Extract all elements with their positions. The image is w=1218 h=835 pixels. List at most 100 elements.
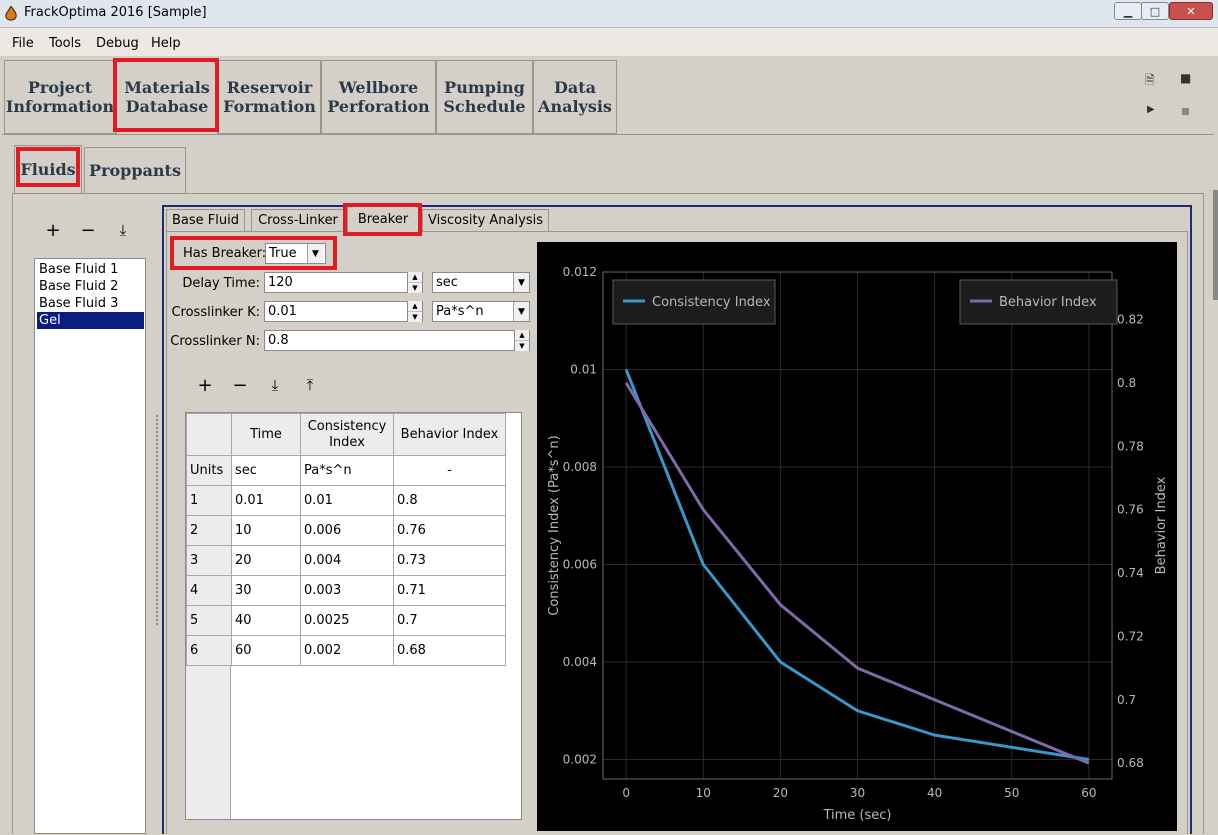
add-row-icon[interactable]: + xyxy=(194,377,216,395)
table-cell[interactable]: 0.006 xyxy=(300,515,394,546)
y-right-tick-label: 0.76 xyxy=(1117,503,1144,517)
table-cell[interactable]: 0.8 xyxy=(393,485,506,516)
row-header-units: Units xyxy=(186,455,232,486)
dropdown-arrow-icon[interactable]: ▼ xyxy=(513,273,529,292)
x-axis-label: Time (sec) xyxy=(822,808,891,823)
list-item[interactable]: Base Fluid 1 xyxy=(37,261,144,278)
table-cell[interactable]: 0.01 xyxy=(300,485,394,516)
crosslinker-n-spinner[interactable]: ▲ ▼ xyxy=(514,330,529,351)
new-document-icon[interactable]: 🗎 xyxy=(1145,71,1155,92)
table-cell[interactable]: 0.73 xyxy=(393,545,506,576)
stop-icon[interactable] xyxy=(1182,108,1189,115)
y-right-tick-label: 0.8 xyxy=(1117,376,1136,390)
minimize-button[interactable]: ▁ xyxy=(1114,2,1142,20)
column-header-time[interactable]: Time xyxy=(231,413,301,456)
column-header-consistency-index[interactable]: Consistency Index xyxy=(300,413,394,456)
row-header: 5 xyxy=(186,605,232,636)
list-item[interactable]: Base Fluid 2 xyxy=(37,278,144,295)
tab-base-fluid[interactable]: Base Fluid xyxy=(166,209,245,231)
delay-time-input[interactable]: 120 xyxy=(264,272,423,293)
import-icon[interactable]: ⤓ xyxy=(264,376,286,394)
column-header-behavior-index[interactable]: Behavior Index xyxy=(393,413,506,456)
crosslinker-n-label: Crosslinker N: xyxy=(170,334,260,349)
row-header: 4 xyxy=(186,575,232,606)
data-table[interactable]: Time Consistency Index Behavior Index Un… xyxy=(186,413,506,666)
x-tick-label: 40 xyxy=(927,786,942,800)
table-cell[interactable]: 0.01 xyxy=(231,485,301,516)
tab-reservoir-formation[interactable]: Reservoir Formation xyxy=(218,60,321,134)
table-row: 4 30 0.003 0.71 xyxy=(186,575,506,606)
units-cell[interactable]: Pa*s^n xyxy=(300,455,394,486)
delay-time-spinner[interactable]: ▲ ▼ xyxy=(407,272,422,293)
menu-file[interactable]: File xyxy=(12,36,34,51)
x-tick-label: 0 xyxy=(622,786,630,800)
list-item-selected[interactable]: Gel xyxy=(37,312,144,329)
y-left-tick-label: 0.006 xyxy=(563,558,597,572)
tab-wellbore-perforation[interactable]: Wellbore Perforation xyxy=(321,60,436,134)
crosslinker-n-input[interactable]: 0.8 xyxy=(264,330,530,351)
breaker-chart: 0 10 20 30 40 50 60 0.002 0.004 0.006 0.008 0.01 0.0… xyxy=(537,242,1177,831)
row-header-fill xyxy=(186,666,231,819)
units-cell[interactable]: sec xyxy=(231,455,301,486)
y-right-tick-label: 0.7 xyxy=(1117,693,1136,707)
row-header: 3 xyxy=(186,545,232,576)
table-cell[interactable]: 0.004 xyxy=(300,545,394,576)
tab-cross-linker[interactable]: Cross-Linker xyxy=(251,209,345,231)
legend-behavior-index-label: Behavior Index xyxy=(999,295,1097,310)
table-cell[interactable]: 0.71 xyxy=(393,575,506,606)
save-icon[interactable]: ■ xyxy=(1180,71,1191,85)
table-cell[interactable]: 20 xyxy=(231,545,301,576)
play-icon[interactable]: ▶ xyxy=(1147,104,1155,115)
close-button[interactable]: ✕ xyxy=(1169,2,1213,20)
dropdown-arrow-icon[interactable]: ▼ xyxy=(513,302,529,321)
remove-icon[interactable]: − xyxy=(77,222,99,240)
remove-row-icon[interactable]: − xyxy=(229,377,251,395)
x-tick-label: 30 xyxy=(850,786,865,800)
tab-project-information[interactable]: Project Information xyxy=(4,60,116,134)
tab-pumping-schedule[interactable]: Pumping Schedule xyxy=(436,60,533,134)
x-tick-label: 60 xyxy=(1081,786,1096,800)
maximize-button[interactable]: □ xyxy=(1141,2,1169,20)
table-cell[interactable]: 0.003 xyxy=(300,575,394,606)
row-header: 6 xyxy=(186,635,232,666)
table-cell[interactable]: 0.002 xyxy=(300,635,394,666)
table-cell[interactable]: 0.7 xyxy=(393,605,506,636)
table-cell[interactable]: 0.68 xyxy=(393,635,506,666)
table-row: 2 10 0.006 0.76 xyxy=(186,515,506,546)
highlight-has-breaker xyxy=(170,236,337,270)
fluid-list[interactable]: Base Fluid 1 Base Fluid 2 Base Fluid 3 G… xyxy=(34,258,146,834)
y-right-axis-label: Behavior Index xyxy=(1154,476,1169,574)
table-cell[interactable]: 0.76 xyxy=(393,515,506,546)
y-right-tick-label: 0.74 xyxy=(1117,566,1144,580)
export-icon[interactable]: ⤒ xyxy=(299,376,321,394)
crosslinker-k-spinner[interactable]: ▲ ▼ xyxy=(407,301,422,322)
add-icon[interactable]: + xyxy=(42,222,64,240)
tab-data-analysis[interactable]: Data Analysis xyxy=(533,60,617,134)
highlight-fluids xyxy=(16,147,80,187)
list-item[interactable]: Base Fluid 3 xyxy=(37,295,144,312)
crosslinker-k-label: Crosslinker K: xyxy=(171,305,260,320)
crosslinker-k-input[interactable]: 0.01 xyxy=(264,301,423,322)
table-units-row: Units sec Pa*s^n - xyxy=(186,455,506,486)
table-cell[interactable]: 30 xyxy=(231,575,301,606)
units-cell[interactable]: - xyxy=(393,455,506,486)
import-icon[interactable]: ⤓ xyxy=(112,221,134,239)
table-cell[interactable]: 10 xyxy=(231,515,301,546)
table-cell[interactable]: 0.0025 xyxy=(300,605,394,636)
delay-time-label: Delay Time: xyxy=(182,276,260,291)
menu-tools[interactable]: Tools xyxy=(49,36,81,51)
scrollbar[interactable] xyxy=(1213,190,1218,300)
table-cell[interactable]: 40 xyxy=(231,605,301,636)
table-cell[interactable]: 60 xyxy=(231,635,301,666)
y-right-tick-label: 0.82 xyxy=(1117,313,1144,327)
y-left-tick-label: 0.004 xyxy=(563,655,597,669)
menu-help[interactable]: Help xyxy=(151,36,181,51)
tab-viscosity-analysis[interactable]: Viscosity Analysis xyxy=(422,209,549,231)
tab-proppants[interactable]: Proppants xyxy=(84,147,186,193)
data-table-container[interactable]: Time Consistency Index Behavior Index Un… xyxy=(185,412,522,820)
splitter-handle[interactable] xyxy=(156,415,160,625)
y-right-tick-label: 0.72 xyxy=(1117,629,1144,643)
table-row: 1 0.01 0.01 0.8 xyxy=(186,485,506,516)
menu-debug[interactable]: Debug xyxy=(96,36,139,51)
x-tick-label: 20 xyxy=(773,786,788,800)
